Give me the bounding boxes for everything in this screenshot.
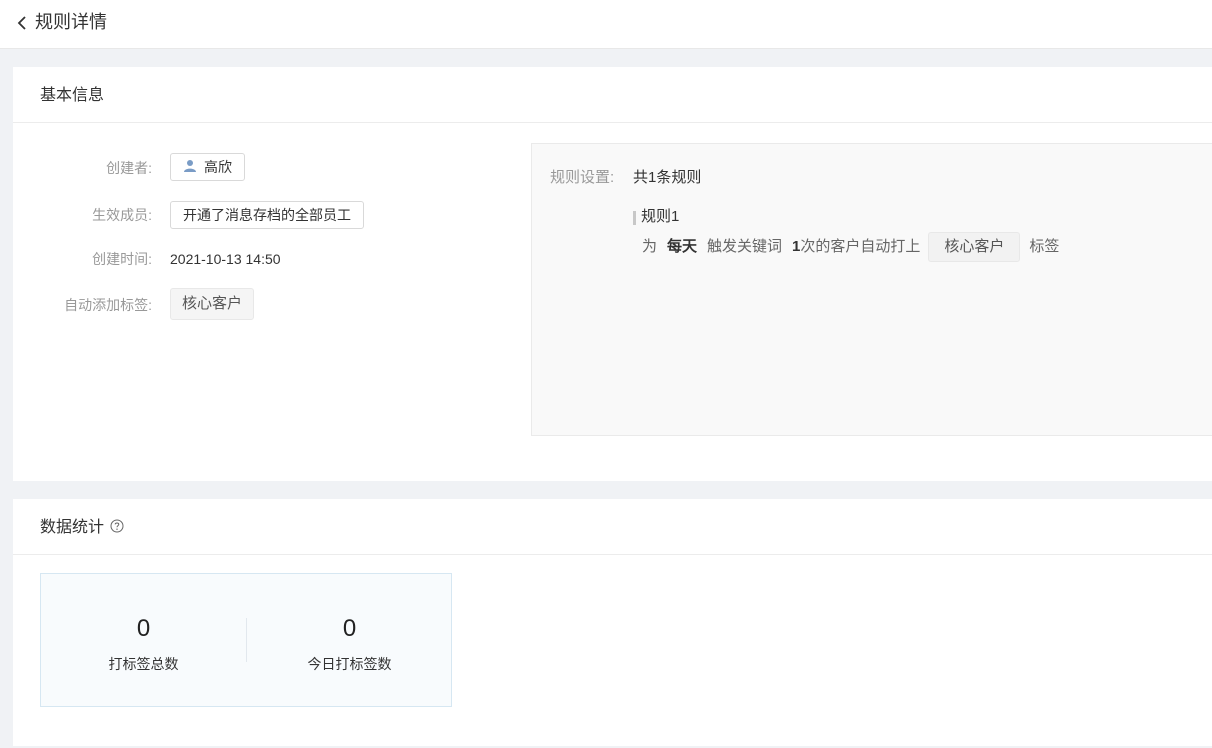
stat-today-label: 今日打标签数 — [307, 656, 392, 672]
stats-box: 0 打标签总数 0 今日打标签数 — [40, 573, 452, 707]
creator-name: 高欣 — [204, 159, 232, 175]
members-chip: 开通了消息存档的全部员工 — [170, 201, 364, 229]
top-bar: 规则详情 — [0, 0, 1212, 49]
basic-info-title: 基本信息 — [40, 87, 105, 104]
rule-tag-chip: 核心客户 — [928, 232, 1021, 262]
stats-title: 数据统计 — [40, 519, 105, 536]
basic-info-card: 基本信息 创建者: 高欣 生效成员: 开通了消息存档的全部员工 创建时间: 20… — [13, 67, 1212, 481]
stat-total-value: 0 — [136, 615, 151, 642]
stats-title-wrap: 数据统计 — [40, 517, 124, 539]
created-time-label: 创建时间: — [92, 251, 152, 267]
page-title[interactable]: 规则详情 — [35, 9, 107, 35]
creator-label: 创建者: — [106, 160, 152, 176]
members-label: 生效成员: — [92, 207, 152, 223]
user-icon — [183, 155, 197, 172]
stats-card: 数据统计 0 打标签总数 0 今日打标签数 — [13, 499, 1212, 746]
rule-middle: 次的客户自动打上 — [800, 238, 921, 255]
rule-prefix: 为 — [642, 238, 658, 255]
auto-tag-label: 自动添加标签: — [64, 297, 152, 313]
basic-info-header: 基本信息 — [13, 67, 1212, 123]
rule-trigger: 触发关键词 — [707, 238, 783, 255]
rule-settings-panel: 规则设置: 共1条规则 规则1 为每天 触发关键词 1次的客户自动打上 核心客户 标签 — [531, 143, 1212, 436]
rule-settings-label: 规则设置: — [550, 169, 615, 186]
help-circle-icon[interactable] — [110, 518, 124, 533]
rule-frequency: 每天 — [667, 238, 698, 255]
stat-total-label: 打标签总数 — [108, 656, 179, 672]
members-row: 生效成员: — [13, 200, 152, 230]
created-time-row: 创建时间: — [13, 244, 152, 274]
chevron-left-icon[interactable] — [15, 13, 29, 33]
rule-description: 为每天 触发关键词 1次的客户自动打上 核心客户 标签 — [642, 231, 1059, 263]
rule-name: 规则1 — [641, 208, 680, 225]
auto-tag-chip: 核心客户 — [170, 288, 255, 320]
creator-row: 创建者: — [13, 153, 152, 183]
auto-tag-row: 自动添加标签: — [13, 290, 152, 320]
rule-name-marker — [633, 211, 636, 225]
stat-today-value: 0 — [342, 615, 357, 642]
stats-header: 数据统计 — [13, 499, 1212, 555]
rule-suffix: 标签 — [1029, 238, 1060, 255]
creator-chip: 高欣 — [170, 153, 245, 181]
stat-today: 0 今日打标签数 — [247, 574, 452, 706]
created-time-value: 2021-10-13 14:50 — [170, 251, 281, 267]
stat-total: 0 打标签总数 — [41, 574, 246, 706]
rule-count: 共1条规则 — [633, 169, 702, 186]
